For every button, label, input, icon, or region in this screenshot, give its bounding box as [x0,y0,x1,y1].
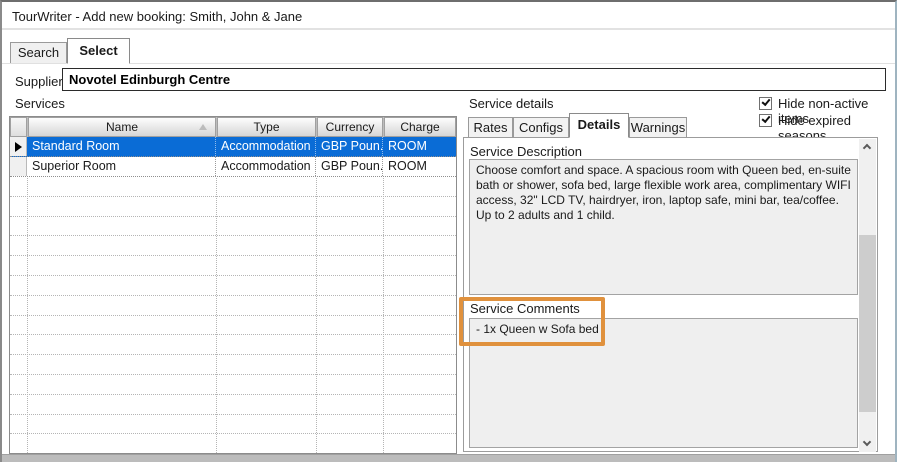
grid-column-line [216,178,217,453]
tab-warnings[interactable]: Warnings [629,117,687,137]
cell-charge: ROOM [383,137,456,156]
window-bottom-edge [2,454,895,462]
sort-ascending-icon [199,124,207,130]
column-header-currency[interactable]: Currency [317,117,383,137]
empty-row [10,335,456,355]
table-header-row: Name Type Currency Charge [10,117,456,137]
tab-strip-divider [2,63,895,64]
current-row-arrow-icon [15,142,22,152]
cell-currency: GBP Poun... [316,157,383,176]
row-selector-header [10,117,27,137]
cell-name: Standard Room [27,137,216,156]
tab-rates[interactable]: Rates [468,117,513,137]
grid-column-line [316,178,317,453]
empty-row [10,276,456,296]
empty-row [10,415,456,435]
empty-row [10,256,456,276]
services-table: Name Type Currency Charge Standard Room … [9,116,457,454]
empty-row [10,316,456,336]
cell-currency: GBP Poun... [316,137,383,156]
empty-row [10,197,456,217]
hide-expired-checkbox[interactable] [759,114,772,127]
annotation-highlight-box [459,297,605,346]
column-header-type[interactable]: Type [217,117,316,137]
grid-column-line [27,178,28,453]
service-details-label: Service details [469,96,554,111]
tab-configs[interactable]: Configs [513,117,569,137]
supplier-label: Supplier [15,74,63,89]
column-header-name[interactable]: Name [28,117,216,137]
tab-search[interactable]: Search [10,42,67,63]
empty-row [10,395,456,415]
chevron-down-icon [863,438,871,446]
empty-row [10,434,456,454]
table-row[interactable]: Standard Room Accommodation GBP Poun... … [10,137,456,157]
column-header-charge[interactable]: Charge [384,117,456,137]
tab-select[interactable]: Select [67,38,130,64]
table-row[interactable]: Superior Room Accommodation GBP Poun... … [10,157,456,177]
window-title: TourWriter - Add new booking: Smith, Joh… [12,9,302,24]
scroll-down-button[interactable] [859,436,876,452]
service-description-label: Service Description [470,144,582,159]
chevron-up-icon [863,144,871,152]
service-description-textarea[interactable]: Choose comfort and space. A spacious roo… [469,159,858,295]
title-bar: TourWriter - Add new booking: Smith, Joh… [2,2,895,30]
empty-row [10,355,456,375]
hide-non-active-checkbox[interactable] [759,97,772,110]
empty-row [10,177,456,197]
empty-row [10,236,456,256]
app-window: TourWriter - Add new booking: Smith, Joh… [0,0,897,462]
grid-column-line [383,178,384,453]
scrollbar-thumb[interactable] [859,235,876,412]
row-selector-cell[interactable] [10,157,27,176]
cell-charge: ROOM [383,157,456,176]
cell-name: Superior Room [27,157,216,176]
empty-row [10,375,456,395]
column-header-name-label: Name [106,120,138,134]
empty-row [10,296,456,316]
details-tab-page: Service Description Choose comfort and s… [463,137,878,452]
supplier-input[interactable]: Novotel Edinburgh Centre [62,68,886,91]
vertical-scrollbar[interactable] [859,139,876,452]
scroll-up-button[interactable] [859,139,876,155]
cell-type: Accommodation [216,137,316,156]
cell-type: Accommodation [216,157,316,176]
empty-row [10,217,456,237]
services-label: Services [15,96,65,111]
tab-details[interactable]: Details [569,113,629,138]
row-selector-cell[interactable] [10,137,27,156]
